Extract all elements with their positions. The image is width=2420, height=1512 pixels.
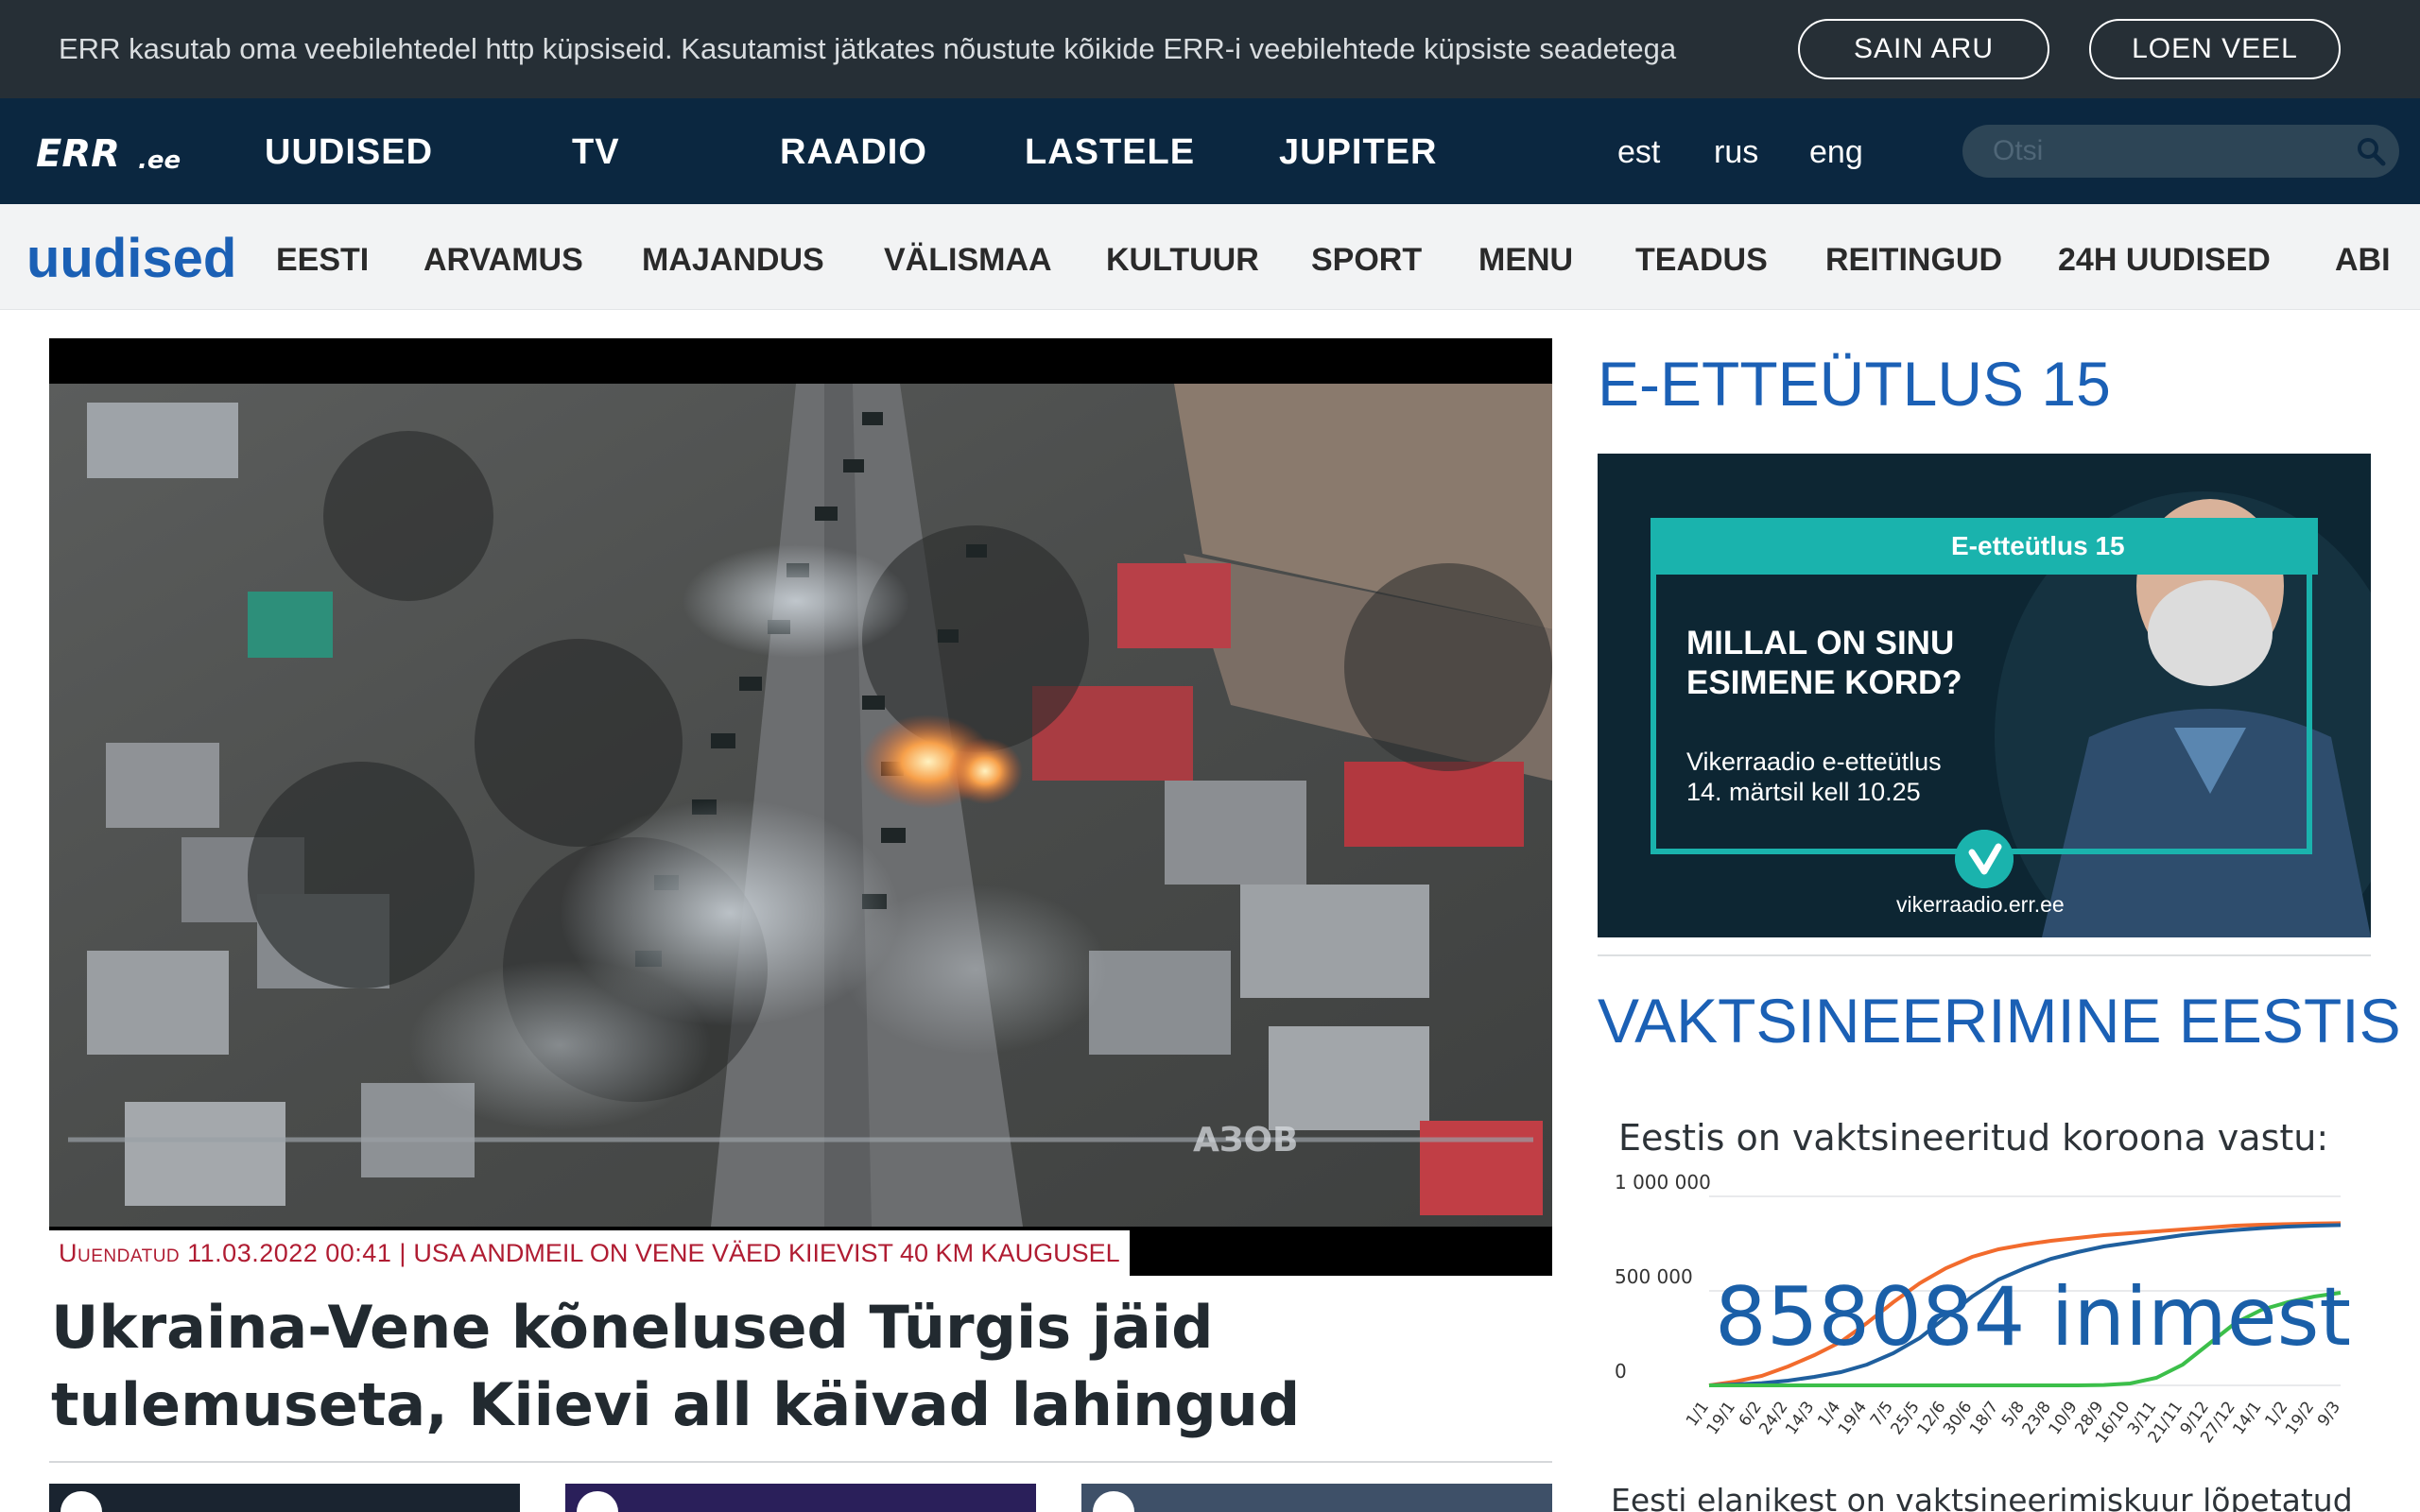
promo-date-line-2: 14. märtsil kell 10.25	[1686, 778, 1921, 806]
cookie-more-button[interactable]: LOEN VEEL	[2089, 19, 2341, 79]
hero-watermark: АЗОВ	[1193, 1121, 1298, 1160]
chart-xtick-label: 14/3	[1782, 1398, 1818, 1438]
video-thumbnail[interactable]	[565, 1484, 1036, 1512]
vaccination-chart: Eestis on vaktsineeritud koroona vastu: …	[1598, 1096, 2371, 1465]
err-logo[interactable]: ERR .ee	[36, 130, 187, 174]
chart-xtick-label: 12/6	[1913, 1398, 1949, 1438]
subnav-kultuur[interactable]: KULTUUR	[1106, 242, 1259, 279]
vaccination-section-title[interactable]: VAKTSINEERIMINE EESTIS	[1598, 985, 2401, 1057]
chart-ytick-label: 1 000 000	[1615, 1171, 1711, 1194]
cookie-text: ERR kasutab oma veebilehtedel http küpsi…	[59, 32, 1677, 65]
svg-text:ERR: ERR	[36, 132, 120, 174]
subnav-menu[interactable]: MENU	[1478, 242, 1573, 279]
promo-section-title[interactable]: E-ETTEÜTLUS 15	[1598, 348, 2111, 420]
promo-url: vikerraadio.err.ee	[1896, 892, 2065, 917]
hero-caption: Uuendatud 11.03.2022 00:41 | USA ANDMEIL…	[49, 1230, 1130, 1276]
vaccinated-count: 858084 inimest	[1715, 1270, 2352, 1365]
subnav-teadus[interactable]: TEADUS	[1635, 242, 1768, 279]
chart-xtick-label: 23/8	[2019, 1398, 2055, 1438]
play-icon	[1093, 1491, 1134, 1512]
play-icon	[60, 1491, 102, 1512]
search-input[interactable]	[1993, 132, 2333, 170]
promo-date: Vikerraadio e-etteütlus 14. märtsil kell…	[1686, 747, 1942, 807]
subnav-eesti[interactable]: EESTI	[276, 242, 369, 279]
article-headline[interactable]: Ukraina-Vene kõnelused Türgis jäid tulem…	[51, 1289, 1545, 1444]
nav-lastele[interactable]: LASTELE	[1025, 132, 1195, 173]
subnav-24h-uudised[interactable]: 24H UUDISED	[2058, 242, 2271, 279]
lang-eng[interactable]: eng	[1809, 134, 1863, 171]
cookie-accept-button[interactable]: SAIN ARU	[1798, 19, 2049, 79]
section-title[interactable]: uudised	[26, 227, 236, 290]
divider	[49, 1461, 1552, 1463]
play-icon	[577, 1491, 618, 1512]
video-thumbnail[interactable]	[1081, 1484, 1552, 1512]
cookie-banner: ERR kasutab oma veebilehtedel http küpsi…	[0, 0, 2420, 98]
promo-banner-label: E-etteütlus 15	[1651, 518, 2318, 575]
chart-xtick-label: 24/2	[1755, 1398, 1791, 1438]
nav-jupiter[interactable]: JUPITER	[1279, 132, 1437, 173]
vaccination-footer-text: Eesti elanikest on vaktsineerimiskuur lõ…	[1611, 1482, 2353, 1512]
nav-raadio[interactable]: RAADIO	[780, 132, 927, 173]
video-thumbnail[interactable]	[49, 1484, 520, 1512]
chart-xtick-label: 19/1	[1703, 1398, 1739, 1438]
chart-xtick-label: 9/3	[2314, 1398, 2344, 1430]
svg-text:.ee: .ee	[138, 146, 181, 174]
chart-xtick-label: 10/9	[2045, 1398, 2081, 1438]
chart-xtick-label: 14/1	[2229, 1398, 2265, 1438]
lang-rus[interactable]: rus	[1714, 134, 1758, 171]
nav-tv[interactable]: TV	[572, 132, 620, 173]
lang-est[interactable]: est	[1617, 134, 1660, 171]
subnav-reitingud[interactable]: REITINGUD	[1825, 242, 2002, 279]
hero-updated: Uuendatud 11.03.2022 00:41	[59, 1238, 392, 1267]
vikerraadio-logo-icon	[1955, 830, 2014, 888]
chart-xtick-label: 25/5	[1887, 1398, 1923, 1438]
search-box	[1962, 125, 2399, 178]
search-icon[interactable]	[2356, 136, 2386, 166]
hero-caption-text: USA ANDMEIL ON VENE VÄED KIIEVIST 40 KM …	[413, 1238, 1120, 1267]
subnav-sport[interactable]: SPORT	[1311, 242, 1422, 279]
hero-caption-separator: |	[399, 1238, 406, 1267]
subnav-abi[interactable]: ABI	[2335, 242, 2391, 279]
chart-xtick-label: 19/4	[1835, 1398, 1871, 1438]
promo-question: MILLAL ON SINU ESIMENE KORD?	[1686, 624, 1962, 703]
promo-banner[interactable]: E-etteütlus 15 MILLAL ON SINU ESIMENE KO…	[1598, 454, 2371, 937]
subnav-valismaa[interactable]: VÄLISMAA	[884, 242, 1052, 279]
chart-xtick-label: 18/7	[1966, 1398, 2002, 1438]
promo-question-line-1: MILLAL ON SINU	[1686, 625, 1955, 662]
chart-title: Eestis on vaktsineeritud koroona vastu:	[1618, 1117, 2329, 1159]
subnav-majandus[interactable]: MAJANDUS	[642, 242, 824, 279]
divider	[1598, 954, 2371, 956]
chart-xtick-label: 19/2	[2282, 1398, 2318, 1438]
subnav-arvamus[interactable]: ARVAMUS	[424, 242, 583, 279]
hero-image[interactable]: АЗОВ	[49, 338, 1552, 1276]
section-navigation: uudised EESTI ARVAMUS MAJANDUS VÄLISMAA …	[0, 204, 2420, 310]
hero-photo-aerial-convoy: АЗОВ	[49, 384, 1552, 1227]
main-navigation: ERR .ee UUDISED TV RAADIO LASTELE JUPITE…	[0, 98, 2420, 204]
promo-date-line-1: Vikerraadio e-etteütlus	[1686, 747, 1942, 776]
chart-ytick-label: 0	[1615, 1360, 1627, 1383]
chart-ytick-label: 500 000	[1615, 1265, 1693, 1288]
nav-uudised[interactable]: UUDISED	[265, 132, 433, 173]
chart-xtick-label: 30/6	[1940, 1398, 1976, 1438]
promo-question-line-2: ESIMENE KORD?	[1686, 664, 1962, 701]
